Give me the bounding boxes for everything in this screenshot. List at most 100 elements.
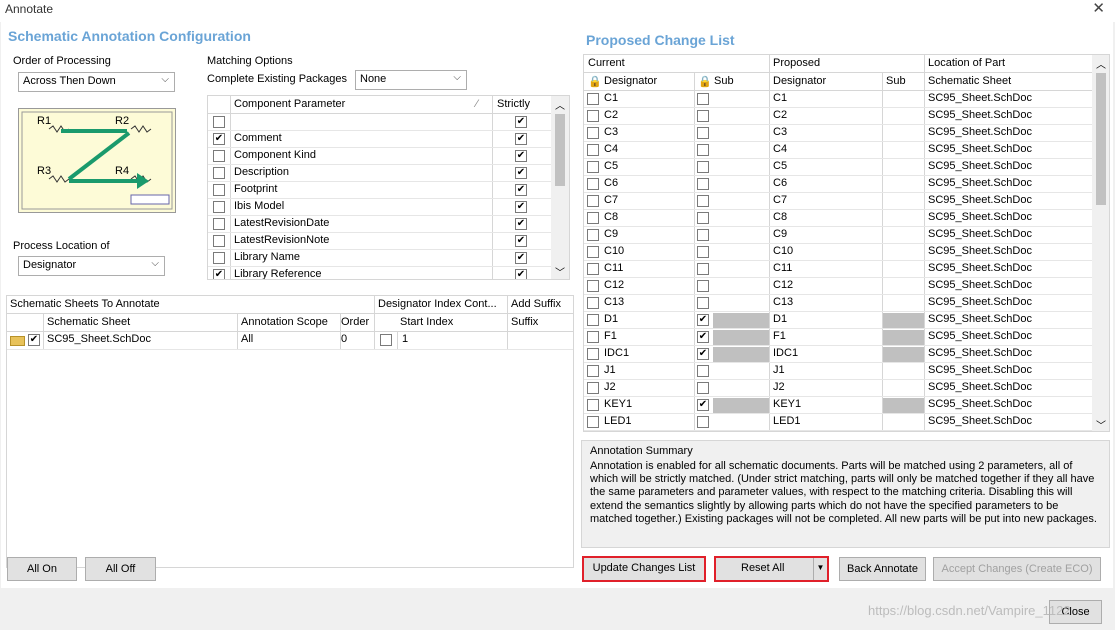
- matching-row[interactable]: ✔: [208, 114, 551, 131]
- order-select[interactable]: Across Then Down ⌵: [18, 72, 175, 92]
- scroll-down-icon[interactable]: ﹀: [1096, 417, 1106, 431]
- lock-sub-checkbox[interactable]: [697, 178, 709, 190]
- strictly-checkbox[interactable]: ✔: [515, 252, 527, 264]
- col-suffix[interactable]: Suffix: [511, 316, 538, 328]
- col-current-sub[interactable]: Sub: [714, 75, 734, 87]
- close-icon[interactable]: ✕: [1092, 0, 1105, 17]
- lock-designator-checkbox[interactable]: [587, 110, 599, 122]
- matching-row[interactable]: ✔ Comment ✔: [208, 131, 551, 148]
- lock-sub-checkbox[interactable]: [697, 280, 709, 292]
- lock-designator-checkbox[interactable]: [587, 399, 599, 411]
- lock-designator-checkbox[interactable]: [587, 263, 599, 275]
- col-strictly[interactable]: Strictly: [497, 98, 530, 110]
- change-row[interactable]: C4 C4 SC95_Sheet.SchDoc: [584, 142, 1092, 159]
- change-row[interactable]: C12 C12 SC95_Sheet.SchDoc: [584, 278, 1092, 295]
- change-row[interactable]: IDC1 ✔ IDC1 SC95_Sheet.SchDoc: [584, 346, 1092, 363]
- lock-sub-checkbox[interactable]: [697, 246, 709, 258]
- col-proposed-designator[interactable]: Designator: [773, 75, 826, 87]
- use-parameter-checkbox[interactable]: [213, 116, 225, 128]
- lock-sub-checkbox[interactable]: ✔: [697, 348, 709, 360]
- lock-designator-checkbox[interactable]: [587, 195, 599, 207]
- lock-sub-checkbox[interactable]: [697, 263, 709, 275]
- matching-row[interactable]: LatestRevisionDate ✔: [208, 216, 551, 233]
- matching-row[interactable]: Description ✔: [208, 165, 551, 182]
- lock-icon[interactable]: 🔒: [588, 75, 602, 88]
- change-row[interactable]: C8 C8 SC95_Sheet.SchDoc: [584, 210, 1092, 227]
- lock-sub-checkbox[interactable]: [697, 416, 709, 428]
- use-parameter-checkbox[interactable]: ✔: [213, 269, 225, 279]
- change-row[interactable]: KEY1 ✔ KEY1 SC95_Sheet.SchDoc: [584, 397, 1092, 414]
- strictly-checkbox[interactable]: ✔: [515, 184, 527, 196]
- col-current-designator[interactable]: Designator: [604, 75, 657, 87]
- use-parameter-checkbox[interactable]: [213, 184, 225, 196]
- lock-designator-checkbox[interactable]: [587, 246, 599, 258]
- matching-row[interactable]: Library Name ✔: [208, 250, 551, 267]
- change-row[interactable]: D1 ✔ D1 SC95_Sheet.SchDoc: [584, 312, 1092, 329]
- lock-sub-checkbox[interactable]: [697, 382, 709, 394]
- col-proposed-sub[interactable]: Sub: [886, 75, 906, 87]
- lock-designator-checkbox[interactable]: [587, 314, 599, 326]
- change-row[interactable]: C11 C11 SC95_Sheet.SchDoc: [584, 261, 1092, 278]
- lock-sub-checkbox[interactable]: [697, 297, 709, 309]
- process-location-select[interactable]: Designator ⌵: [18, 256, 165, 276]
- strictly-checkbox[interactable]: ✔: [515, 167, 527, 179]
- change-row[interactable]: C9 C9 SC95_Sheet.SchDoc: [584, 227, 1092, 244]
- change-row[interactable]: J1 J1 SC95_Sheet.SchDoc: [584, 363, 1092, 380]
- start-index-checkbox[interactable]: [380, 334, 392, 346]
- complete-packages-select[interactable]: None ⌵: [355, 70, 467, 90]
- back-annotate-button[interactable]: Back Annotate: [839, 557, 926, 581]
- use-parameter-checkbox[interactable]: [213, 235, 225, 247]
- all-on-button[interactable]: All On: [7, 557, 77, 581]
- strictly-checkbox[interactable]: ✔: [515, 218, 527, 230]
- scroll-up-icon[interactable]: ︿: [555, 97, 565, 112]
- col-schematic-sheet[interactable]: Schematic Sheet: [47, 316, 130, 328]
- change-list-scrollbar[interactable]: ︿ ﹀: [1092, 55, 1109, 431]
- lock-sub-checkbox[interactable]: ✔: [697, 314, 709, 326]
- sheet-scope[interactable]: All: [241, 333, 253, 345]
- lock-sub-checkbox[interactable]: [697, 93, 709, 105]
- matching-row[interactable]: Ibis Model ✔: [208, 199, 551, 216]
- use-parameter-checkbox[interactable]: [213, 167, 225, 179]
- change-row[interactable]: LED1 LED1 SC95_Sheet.SchDoc: [584, 414, 1092, 431]
- lock-sub-checkbox[interactable]: [697, 127, 709, 139]
- lock-designator-checkbox[interactable]: [587, 93, 599, 105]
- lock-designator-checkbox[interactable]: [587, 229, 599, 241]
- use-parameter-checkbox[interactable]: [213, 201, 225, 213]
- lock-designator-checkbox[interactable]: [587, 297, 599, 309]
- col-annotation-scope[interactable]: Annotation Scope: [241, 316, 328, 328]
- sheet-start-index[interactable]: 1: [402, 333, 408, 345]
- change-row[interactable]: C5 C5 SC95_Sheet.SchDoc: [584, 159, 1092, 176]
- dropdown-arrow-icon[interactable]: ▼: [813, 558, 827, 580]
- lock-sub-checkbox[interactable]: [697, 161, 709, 173]
- strictly-checkbox[interactable]: ✔: [515, 201, 527, 213]
- col-start-index[interactable]: Start Index: [400, 316, 453, 328]
- change-row[interactable]: C6 C6 SC95_Sheet.SchDoc: [584, 176, 1092, 193]
- all-off-button[interactable]: All Off: [85, 557, 156, 581]
- matching-row[interactable]: ✔ Library Reference ✔: [208, 267, 551, 279]
- matching-row[interactable]: Footprint ✔: [208, 182, 551, 199]
- matching-row[interactable]: LatestRevisionNote ✔: [208, 233, 551, 250]
- strictly-checkbox[interactable]: ✔: [515, 133, 527, 145]
- use-parameter-checkbox[interactable]: [213, 252, 225, 264]
- sheet-order[interactable]: 0: [341, 333, 347, 345]
- lock-sub-checkbox[interactable]: ✔: [697, 331, 709, 343]
- matching-row[interactable]: Component Kind ✔: [208, 148, 551, 165]
- sheet-row[interactable]: ✔ SC95_Sheet.SchDoc All 0 1: [7, 332, 573, 350]
- lock-sub-checkbox[interactable]: [697, 365, 709, 377]
- lock-designator-checkbox[interactable]: [587, 161, 599, 173]
- lock-designator-checkbox[interactable]: [587, 178, 599, 190]
- change-row[interactable]: C13 C13 SC95_Sheet.SchDoc: [584, 295, 1092, 312]
- use-parameter-checkbox[interactable]: [213, 150, 225, 162]
- lock-designator-checkbox[interactable]: [587, 212, 599, 224]
- lock-designator-checkbox[interactable]: [587, 382, 599, 394]
- change-row[interactable]: C2 C2 SC95_Sheet.SchDoc: [584, 108, 1092, 125]
- change-row[interactable]: C10 C10 SC95_Sheet.SchDoc: [584, 244, 1092, 261]
- change-row[interactable]: F1 ✔ F1 SC95_Sheet.SchDoc: [584, 329, 1092, 346]
- lock-sub-checkbox[interactable]: [697, 110, 709, 122]
- lock-designator-checkbox[interactable]: [587, 144, 599, 156]
- use-parameter-checkbox[interactable]: ✔: [213, 133, 225, 145]
- strictly-checkbox[interactable]: ✔: [515, 235, 527, 247]
- lock-sub-checkbox[interactable]: [697, 144, 709, 156]
- change-row[interactable]: J2 J2 SC95_Sheet.SchDoc: [584, 380, 1092, 397]
- change-row[interactable]: C7 C7 SC95_Sheet.SchDoc: [584, 193, 1092, 210]
